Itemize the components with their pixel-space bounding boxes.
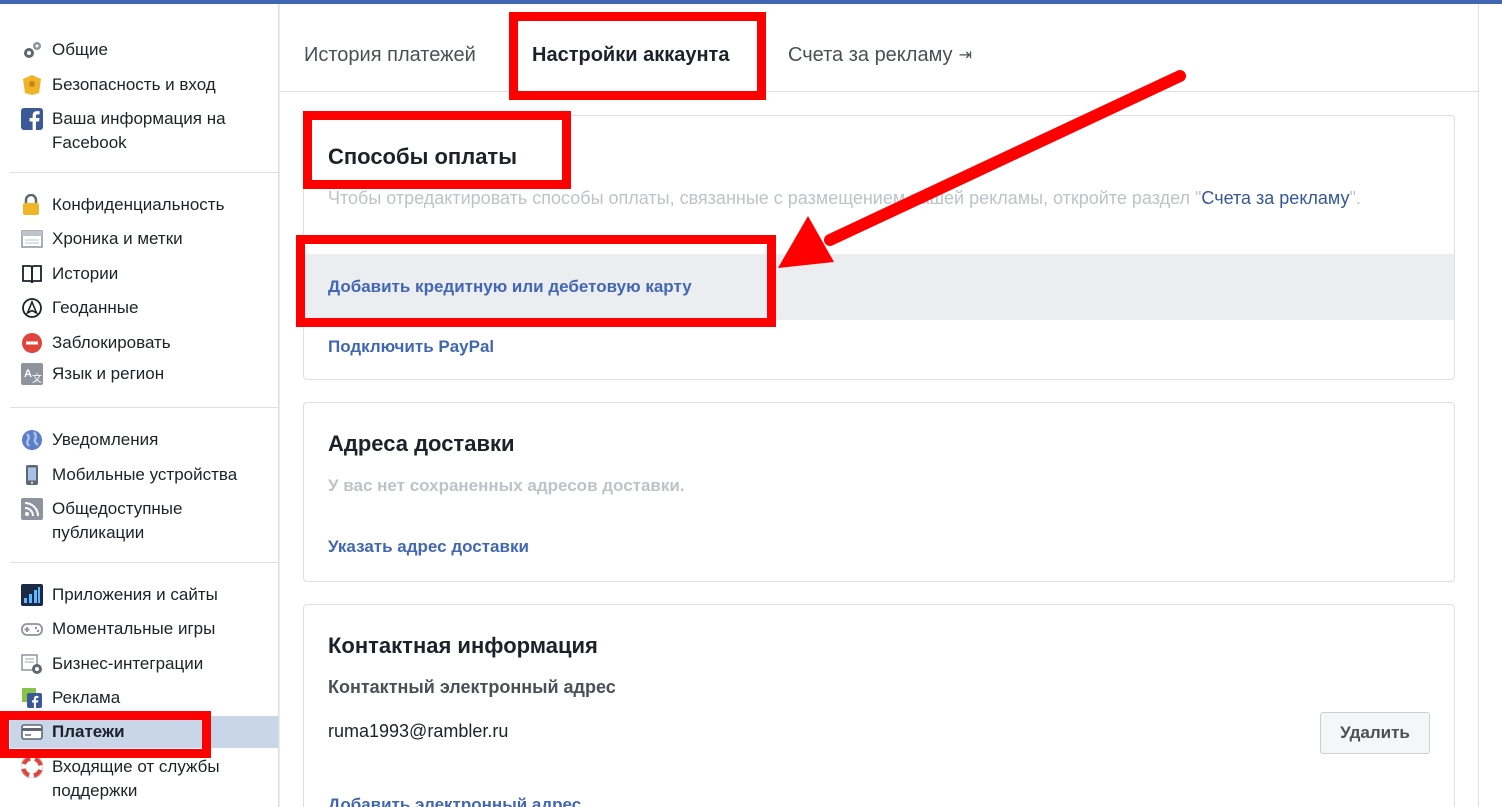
- description-text: Чтобы отредактировать способы оплаты, св…: [328, 188, 1202, 208]
- sidebar-item-payments[interactable]: Платежи: [10, 716, 278, 748]
- sidebar-item-label: Общие: [52, 40, 108, 59]
- timeline-icon: [20, 227, 44, 251]
- sidebar-item-business[interactable]: Бизнес-интеграции: [10, 652, 278, 676]
- tab-label: История платежей: [304, 44, 476, 66]
- external-link-icon: ⇥: [958, 47, 972, 64]
- tab-bar: История платежей Настройки аккаунта Счет…: [280, 4, 1478, 92]
- sidebar-item-public-posts[interactable]: Общедоступные публикации: [10, 497, 278, 545]
- sidebar-item-label: Ваша информация на Facebook: [52, 109, 226, 152]
- sidebar-item-label: Безопасность и вход: [52, 75, 216, 94]
- sidebar-item-label: Хроника и метки: [52, 229, 183, 248]
- shield-badge-icon: [20, 73, 44, 97]
- book-icon: [20, 262, 44, 286]
- tab-label: Настройки аккаунта: [532, 44, 730, 66]
- contact-email-label: Контактный электронный адрес: [328, 677, 616, 697]
- sidebar-item-location[interactable]: Геоданные: [10, 296, 278, 320]
- svg-text:文: 文: [32, 372, 42, 385]
- facebook-logo-icon: [20, 107, 44, 131]
- sidebar-item-general[interactable]: Общие: [10, 38, 278, 62]
- tab-payment-history[interactable]: История платежей: [304, 44, 476, 67]
- sidebar-item-label: Конфиденциальность: [52, 195, 225, 214]
- language-icon: A文: [20, 362, 44, 386]
- sidebar-item-security[interactable]: Безопасность и вход: [10, 73, 278, 97]
- shipping-title: Адреса доставки: [328, 431, 515, 456]
- sidebar-item-label: Приложения и сайты: [52, 585, 218, 604]
- contact-email-value: ruma1993@rambler.ru: [328, 721, 509, 741]
- sidebar-item-label: Платежи: [52, 722, 125, 741]
- add-shipping-address-link[interactable]: Указать адрес доставки: [328, 537, 529, 557]
- lock-icon: [20, 193, 44, 217]
- sidebar-item-apps[interactable]: Приложения и сайты: [10, 583, 278, 607]
- content-right-border: [1478, 4, 1479, 807]
- sidebar-item-label: Заблокировать: [52, 333, 171, 352]
- sidebar-item-label: Геоданные: [52, 298, 139, 317]
- sidebar-item-label: Язык и регион: [52, 364, 165, 383]
- payment-methods-title: Способы оплаты: [328, 144, 517, 169]
- sidebar-item-language[interactable]: A文 Язык и регион: [10, 362, 278, 386]
- globe-icon: [20, 428, 44, 452]
- sidebar-item-label: Мобильные устройства: [52, 465, 238, 484]
- shipping-empty-text: У вас нет сохраненных адресов доставки.: [328, 476, 685, 495]
- description-text-end: ".: [1349, 188, 1361, 208]
- sidebar-item-support-inbox[interactable]: Входящие от службы поддержки: [10, 755, 278, 803]
- add-card-link[interactable]: Добавить кредитную или дебетовую карту: [328, 277, 692, 297]
- sidebar-divider: [10, 172, 278, 173]
- sidebar-item-label: Реклама: [52, 688, 121, 707]
- ads-icon: [20, 686, 44, 710]
- sidebar-item-label: Истории: [52, 264, 119, 283]
- contact-title: Контактная информация: [328, 633, 598, 658]
- apps-icon: [20, 583, 44, 607]
- sidebar-divider: [10, 407, 278, 408]
- payment-methods-card: Способы оплаты Чтобы отредактировать спо…: [303, 115, 1455, 380]
- sidebar-divider: [10, 562, 278, 563]
- sidebar-item-label: Общедоступные публикации: [52, 499, 183, 542]
- business-gear-icon: [20, 652, 44, 676]
- rss-icon: [20, 497, 44, 521]
- phone-icon: [20, 463, 44, 487]
- payment-methods-description: Чтобы отредактировать способы оплаты, св…: [328, 186, 1408, 210]
- delete-email-button[interactable]: Удалить: [1320, 712, 1430, 754]
- sidebar-item-ads[interactable]: Реклама: [10, 686, 278, 710]
- settings-main: История платежей Настройки аккаунта Счет…: [280, 4, 1502, 807]
- sidebar-item-stories[interactable]: Истории: [10, 262, 278, 286]
- sidebar-item-privacy[interactable]: Конфиденциальность: [10, 193, 278, 217]
- sidebar-item-instant-games[interactable]: Моментальные игры: [10, 617, 278, 641]
- sidebar-item-notifications[interactable]: Уведомления: [10, 428, 278, 452]
- sidebar-item-label: Входящие от службы поддержки: [52, 757, 220, 800]
- ad-accounts-link[interactable]: Счета за рекламу: [1201, 188, 1349, 208]
- tab-ad-accounts[interactable]: Счета за рекламу ⇥: [788, 44, 972, 67]
- connect-paypal-link[interactable]: Подключить PayPal: [328, 337, 494, 357]
- block-icon: [20, 331, 44, 355]
- tab-account-settings[interactable]: Настройки аккаунта: [532, 44, 729, 67]
- sidebar-item-label: Бизнес-интеграции: [52, 654, 204, 673]
- sidebar-item-mobile[interactable]: Мобильные устройства: [10, 463, 278, 487]
- shipping-addresses-card: Адреса доставки У вас нет сохраненных ад…: [303, 402, 1455, 582]
- add-email-link[interactable]: Добавить электронный адрес: [328, 795, 581, 807]
- sidebar-item-blocking[interactable]: Заблокировать: [10, 331, 278, 355]
- gears-icon: [20, 38, 44, 62]
- lifebuoy-icon: [20, 755, 44, 779]
- svg-text:A: A: [24, 368, 32, 380]
- settings-sidebar: Общие Безопасность и вход Ваша информаци…: [0, 4, 279, 807]
- sidebar-item-your-info[interactable]: Ваша информация на Facebook: [10, 107, 278, 155]
- sidebar-item-label: Уведомления: [52, 430, 159, 449]
- location-icon: [20, 296, 44, 320]
- card-icon: [20, 720, 44, 744]
- sidebar-item-label: Моментальные игры: [52, 619, 216, 638]
- sidebar-item-timeline[interactable]: Хроника и метки: [10, 227, 278, 251]
- tab-label: Счета за рекламу: [788, 44, 953, 66]
- contact-info-card: Контактная информация Контактный электро…: [303, 604, 1455, 807]
- gamepad-icon: [20, 617, 44, 641]
